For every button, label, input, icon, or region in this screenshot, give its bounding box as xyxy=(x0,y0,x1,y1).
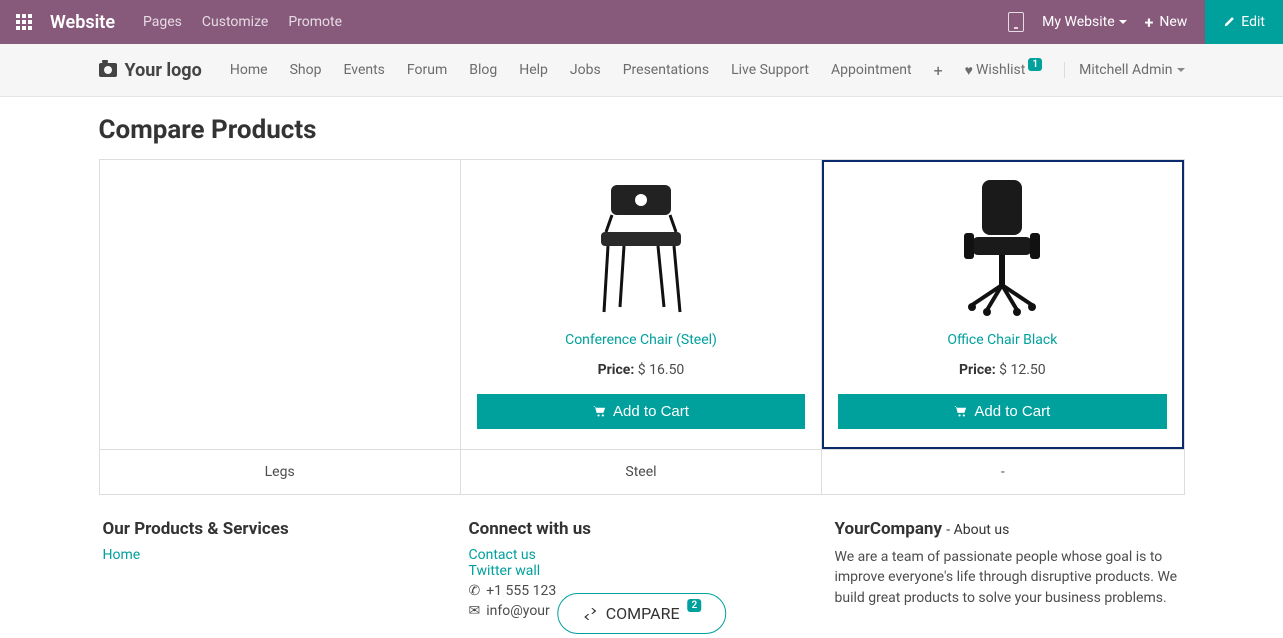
product-price-1: Price: $ 12.50 xyxy=(838,362,1166,378)
about-text: We are a team of passionate people whose… xyxy=(835,547,1181,608)
add-to-cart-label: Add to Cart xyxy=(974,403,1050,420)
camera-icon xyxy=(99,63,117,77)
about-dash: - xyxy=(946,522,953,538)
new-button[interactable]: + New xyxy=(1145,13,1188,32)
plus-icon: + xyxy=(1145,13,1154,32)
office-chair-icon xyxy=(942,175,1062,320)
price-label: Price: xyxy=(959,362,996,378)
compare-pill-label: COMPARE xyxy=(606,604,680,623)
nav-wishlist[interactable]: ♥ Wishlist 1 xyxy=(965,62,1042,79)
envelope-icon: ✉ xyxy=(469,603,481,619)
footer-col2-title: Connect with us xyxy=(469,519,815,539)
footer-col1-title: Our Products & Services xyxy=(103,519,449,539)
new-label: New xyxy=(1159,14,1187,30)
nav-home[interactable]: Home xyxy=(230,62,268,78)
apps-icon[interactable] xyxy=(12,10,36,34)
nav-add-icon[interactable]: + xyxy=(934,61,943,80)
about-us-link[interactable]: About us xyxy=(954,522,1010,538)
topmenu-promote[interactable]: Promote xyxy=(288,14,342,30)
phone-text: +1 555 123 xyxy=(486,583,556,599)
price-value: $ 12.50 xyxy=(999,362,1046,378)
product-image-1[interactable] xyxy=(838,172,1166,322)
topmenu-pages[interactable]: Pages xyxy=(143,14,182,30)
add-to-cart-1[interactable]: Add to Cart xyxy=(838,394,1166,429)
pencil-icon xyxy=(1223,16,1235,28)
cart-icon xyxy=(954,406,968,418)
edit-button[interactable]: Edit xyxy=(1205,0,1283,44)
attr-label-legs: Legs xyxy=(100,449,461,494)
email-text: info@your xyxy=(486,603,550,619)
compare-product-0: Conference Chair (Steel) Price: $ 16.50 … xyxy=(461,160,822,449)
my-website-label: My Website xyxy=(1042,14,1114,30)
add-to-cart-label: Add to Cart xyxy=(613,403,689,420)
product-name-1[interactable]: Office Chair Black xyxy=(838,332,1166,348)
topmenu-customize[interactable]: Customize xyxy=(202,14,268,30)
compare-arrows-icon xyxy=(582,608,598,620)
site-logo[interactable]: Your logo xyxy=(99,60,202,81)
nav-appointment[interactable]: Appointment xyxy=(831,62,912,78)
nav-presentations[interactable]: Presentations xyxy=(623,62,709,78)
nav-forum[interactable]: Forum xyxy=(407,62,447,78)
product-price-0: Price: $ 16.50 xyxy=(477,362,805,378)
compare-pill-button[interactable]: COMPARE 2 xyxy=(557,593,727,634)
cart-icon xyxy=(593,406,607,418)
page-title: Compare Products xyxy=(99,115,1185,145)
chair-icon xyxy=(576,177,706,317)
wishlist-label: Wishlist xyxy=(976,62,1025,78)
my-website-dropdown[interactable]: My Website xyxy=(1042,14,1126,30)
chevron-down-icon xyxy=(1177,68,1185,72)
footer-link-twitter[interactable]: Twitter wall xyxy=(469,563,815,579)
price-value: $ 16.50 xyxy=(638,362,685,378)
nav-help[interactable]: Help xyxy=(519,62,548,78)
footer-col3-title: YourCompany - About us xyxy=(835,519,1181,539)
attr-value-0-legs: Steel xyxy=(461,449,822,494)
price-label: Price: xyxy=(598,362,635,378)
add-to-cart-0[interactable]: Add to Cart xyxy=(477,394,805,429)
nav-events[interactable]: Events xyxy=(343,62,384,78)
compare-count-badge: 2 xyxy=(688,599,702,612)
chevron-down-icon xyxy=(1119,20,1127,24)
user-menu[interactable]: Mitchell Admin xyxy=(1064,62,1184,78)
compare-product-1: Office Chair Black Price: $ 12.50 Add to… xyxy=(822,160,1183,449)
product-name-0[interactable]: Conference Chair (Steel) xyxy=(477,332,805,348)
logo-text: Your logo xyxy=(125,60,202,81)
mobile-preview-icon[interactable] xyxy=(1008,12,1024,32)
heart-icon: ♥ xyxy=(965,62,973,79)
footer-link-contact[interactable]: Contact us xyxy=(469,547,815,563)
compare-header-empty xyxy=(100,160,461,449)
compare-table: Conference Chair (Steel) Price: $ 16.50 … xyxy=(99,159,1185,495)
product-image-0[interactable] xyxy=(477,172,805,322)
nav-blog[interactable]: Blog xyxy=(469,62,497,78)
wishlist-count-badge: 1 xyxy=(1028,58,1042,71)
attr-value-1-legs: - xyxy=(822,449,1183,494)
app-title: Website xyxy=(50,12,115,33)
nav-live-support[interactable]: Live Support xyxy=(731,62,809,78)
nav-shop[interactable]: Shop xyxy=(290,62,322,78)
company-name: YourCompany xyxy=(835,519,943,539)
footer-col-products: Our Products & Services Home xyxy=(103,519,449,619)
footer-link-home[interactable]: Home xyxy=(103,547,449,563)
nav-jobs[interactable]: Jobs xyxy=(570,62,601,78)
user-name: Mitchell Admin xyxy=(1079,62,1172,78)
footer-col-about: YourCompany - About us We are a team of … xyxy=(835,519,1181,619)
edit-label: Edit xyxy=(1241,14,1265,30)
phone-icon: ✆ xyxy=(469,583,481,599)
